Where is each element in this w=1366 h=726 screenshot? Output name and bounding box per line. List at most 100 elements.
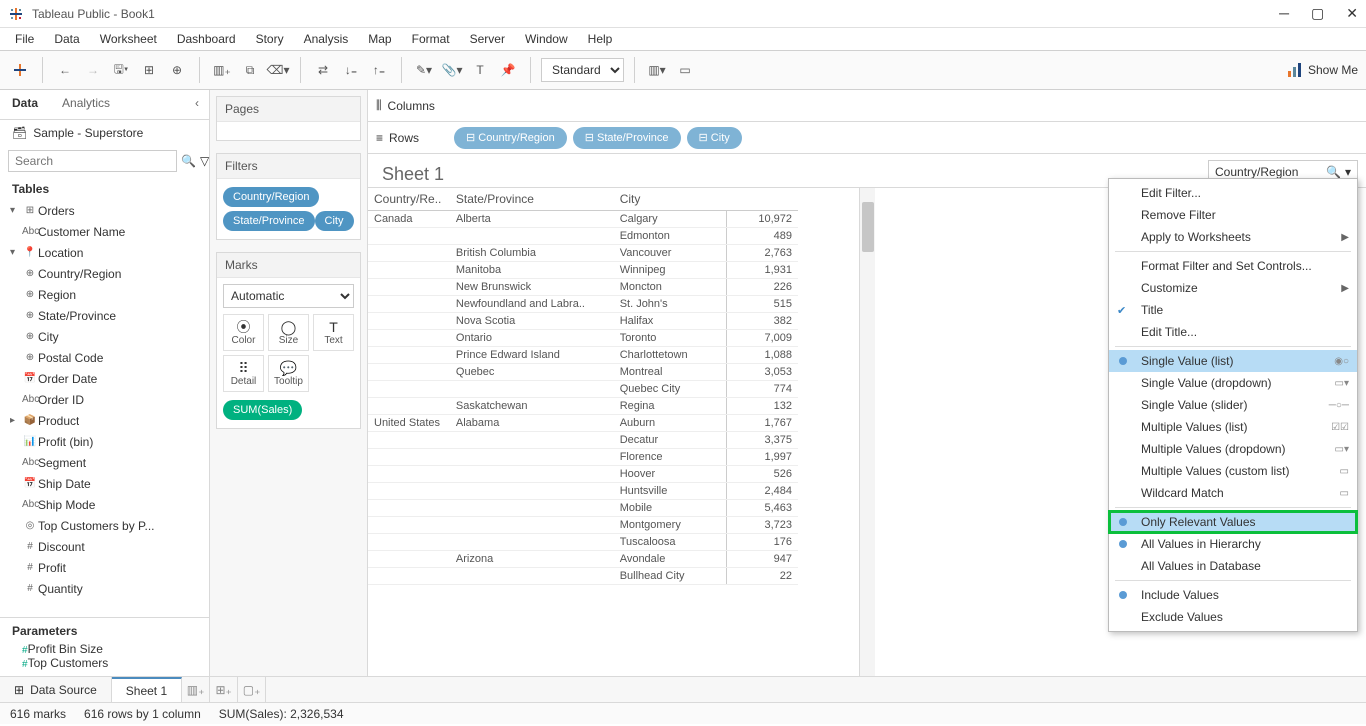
- param-top-customers[interactable]: #Top Customers: [6, 656, 203, 670]
- sort-asc-icon[interactable]: ↓₌: [339, 58, 363, 82]
- show-cards-icon[interactable]: ▥▾: [645, 58, 669, 82]
- window-minimize[interactable]: ─: [1279, 5, 1289, 22]
- menu-story[interactable]: Story: [247, 30, 293, 48]
- marks-tooltip[interactable]: 💬Tooltip: [268, 355, 309, 392]
- field-customer-name[interactable]: AbcCustomer Name: [6, 221, 203, 242]
- row-pill[interactable]: ⊟ Country/Region: [454, 127, 567, 149]
- menu-worksheet[interactable]: Worksheet: [91, 30, 166, 48]
- marks-detail[interactable]: ⠿Detail: [223, 355, 264, 392]
- field-order-date[interactable]: 📅Order Date: [6, 368, 203, 389]
- field-profit[interactable]: #Profit: [6, 557, 203, 578]
- group-icon[interactable]: 📎▾: [440, 58, 464, 82]
- vertical-scrollbar[interactable]: [859, 188, 875, 676]
- new-sheet-icon[interactable]: ⊕: [165, 58, 189, 82]
- label-icon[interactable]: T: [468, 58, 492, 82]
- field-product[interactable]: ▸📦Product: [6, 410, 203, 431]
- duplicate-icon[interactable]: ⧉: [238, 58, 262, 82]
- new-story-tab-icon[interactable]: ▢₊: [238, 677, 266, 702]
- filter-menu-icon[interactable]: ▾: [1345, 165, 1351, 179]
- field-segment[interactable]: AbcSegment: [6, 452, 203, 473]
- window-close[interactable]: ✕: [1346, 5, 1358, 22]
- param-profit-bin-size[interactable]: #Profit Bin Size: [6, 642, 203, 656]
- filter-pill[interactable]: State/Province: [223, 211, 315, 231]
- menu-analysis[interactable]: Analysis: [295, 30, 358, 48]
- new-worksheet-tab-icon[interactable]: ▥₊: [182, 677, 210, 702]
- row-pill[interactable]: ⊟ State/Province: [573, 127, 681, 149]
- menu-dashboard[interactable]: Dashboard: [168, 30, 245, 48]
- back-icon[interactable]: ←: [53, 58, 77, 82]
- filter-pill[interactable]: Country/Region: [223, 187, 319, 207]
- marks-type-select[interactable]: Automatic: [223, 284, 354, 308]
- filter-search-icon[interactable]: 🔍: [1326, 165, 1341, 179]
- menu-item-wildcard-match[interactable]: Wildcard Match▭: [1109, 482, 1357, 504]
- col-header[interactable]: [726, 188, 798, 211]
- marks-color[interactable]: ⦿Color: [223, 314, 264, 351]
- menu-help[interactable]: Help: [579, 30, 622, 48]
- menu-file[interactable]: File: [6, 30, 43, 48]
- tab-analytics[interactable]: Analytics: [50, 90, 122, 119]
- menu-map[interactable]: Map: [359, 30, 400, 48]
- field-region[interactable]: ⊕Region: [6, 284, 203, 305]
- menu-item-single-value-list-[interactable]: Single Value (list)◉○: [1109, 350, 1357, 372]
- menu-item-customize[interactable]: Customize▶: [1109, 277, 1357, 299]
- menu-item-format-filter-and-set-controls-[interactable]: Format Filter and Set Controls...: [1109, 255, 1357, 277]
- menu-item-multiple-values-list-[interactable]: Multiple Values (list)☑☑: [1109, 416, 1357, 438]
- columns-shelf[interactable]: ⫼Columns: [368, 90, 1366, 122]
- tableau-icon[interactable]: [8, 58, 32, 82]
- sort-desc-icon[interactable]: ↑₌: [367, 58, 391, 82]
- sheet-tab[interactable]: Sheet 1: [112, 677, 182, 702]
- menu-item-edit-filter-[interactable]: Edit Filter...: [1109, 182, 1357, 204]
- new-dashboard-tab-icon[interactable]: ⊞₊: [210, 677, 238, 702]
- field-city[interactable]: ⊕City: [6, 326, 203, 347]
- tab-data[interactable]: Data: [0, 90, 50, 119]
- window-maximize[interactable]: ▢: [1311, 5, 1324, 22]
- menu-item-title[interactable]: ✔Title: [1109, 299, 1357, 321]
- menu-item-multiple-values-dropdown-[interactable]: Multiple Values (dropdown)▭▾: [1109, 438, 1357, 460]
- filter-pill[interactable]: City: [315, 211, 354, 231]
- field-location[interactable]: ▾📍Location: [6, 242, 203, 263]
- search-icon[interactable]: 🔍: [181, 154, 196, 168]
- pin-icon[interactable]: 📌: [496, 58, 520, 82]
- menu-item-single-value-slider-[interactable]: Single Value (slider)─○─: [1109, 394, 1357, 416]
- field-quantity[interactable]: #Quantity: [6, 578, 203, 599]
- highlight-icon[interactable]: ✎▾: [412, 58, 436, 82]
- field-ship-date[interactable]: 📅Ship Date: [6, 473, 203, 494]
- show-me-button[interactable]: Show Me: [1288, 63, 1358, 77]
- menu-item-multiple-values-custom-list-[interactable]: Multiple Values (custom list)▭: [1109, 460, 1357, 482]
- field-orders[interactable]: ▾⊞Orders: [6, 200, 203, 221]
- collapse-panel-icon[interactable]: ‹: [185, 90, 209, 119]
- datasource-tab[interactable]: ⊞Data Source: [0, 677, 112, 702]
- field-postal-code[interactable]: ⊕Postal Code: [6, 347, 203, 368]
- menu-item-all-values-in-hierarchy[interactable]: All Values in Hierarchy: [1109, 533, 1357, 555]
- menu-window[interactable]: Window: [516, 30, 577, 48]
- row-pill[interactable]: ⊟ City: [687, 127, 742, 149]
- menu-item-all-values-in-database[interactable]: All Values in Database: [1109, 555, 1357, 577]
- col-header[interactable]: Country/Re..: [368, 188, 450, 211]
- pill-sum-sales[interactable]: SUM(Sales): [223, 400, 302, 420]
- field-country-region[interactable]: ⊕Country/Region: [6, 263, 203, 284]
- field-ship-mode[interactable]: AbcShip Mode: [6, 494, 203, 515]
- menu-data[interactable]: Data: [45, 30, 88, 48]
- menu-item-remove-filter[interactable]: Remove Filter: [1109, 204, 1357, 226]
- menu-item-only-relevant-values[interactable]: Only Relevant Values: [1109, 511, 1357, 533]
- search-input[interactable]: [8, 150, 177, 172]
- menu-format[interactable]: Format: [403, 30, 459, 48]
- field-state-province[interactable]: ⊕State/Province: [6, 305, 203, 326]
- menu-item-include-values[interactable]: Include Values: [1109, 584, 1357, 606]
- menu-item-single-value-dropdown-[interactable]: Single Value (dropdown)▭▾: [1109, 372, 1357, 394]
- field-profit-bin-[interactable]: 📊Profit (bin): [6, 431, 203, 452]
- field-discount[interactable]: #Discount: [6, 536, 203, 557]
- menu-server[interactable]: Server: [461, 30, 514, 48]
- marks-size[interactable]: ◯Size: [268, 314, 309, 351]
- menu-item-apply-to-worksheets[interactable]: Apply to Worksheets▶: [1109, 226, 1357, 248]
- field-order-id[interactable]: AbcOrder ID: [6, 389, 203, 410]
- rows-shelf[interactable]: ≡Rows ⊟ Country/Region⊟ State/Province⊟ …: [368, 122, 1366, 154]
- marks-text[interactable]: TText: [313, 314, 354, 351]
- new-worksheet-icon[interactable]: ▥₊: [210, 58, 234, 82]
- forward-icon[interactable]: →: [81, 58, 105, 82]
- menu-item-exclude-values[interactable]: Exclude Values: [1109, 606, 1357, 628]
- swap-icon[interactable]: ⇄: [311, 58, 335, 82]
- clear-icon[interactable]: ⌫▾: [266, 58, 290, 82]
- col-header[interactable]: City: [614, 188, 727, 211]
- presentation-icon[interactable]: ▭: [673, 58, 697, 82]
